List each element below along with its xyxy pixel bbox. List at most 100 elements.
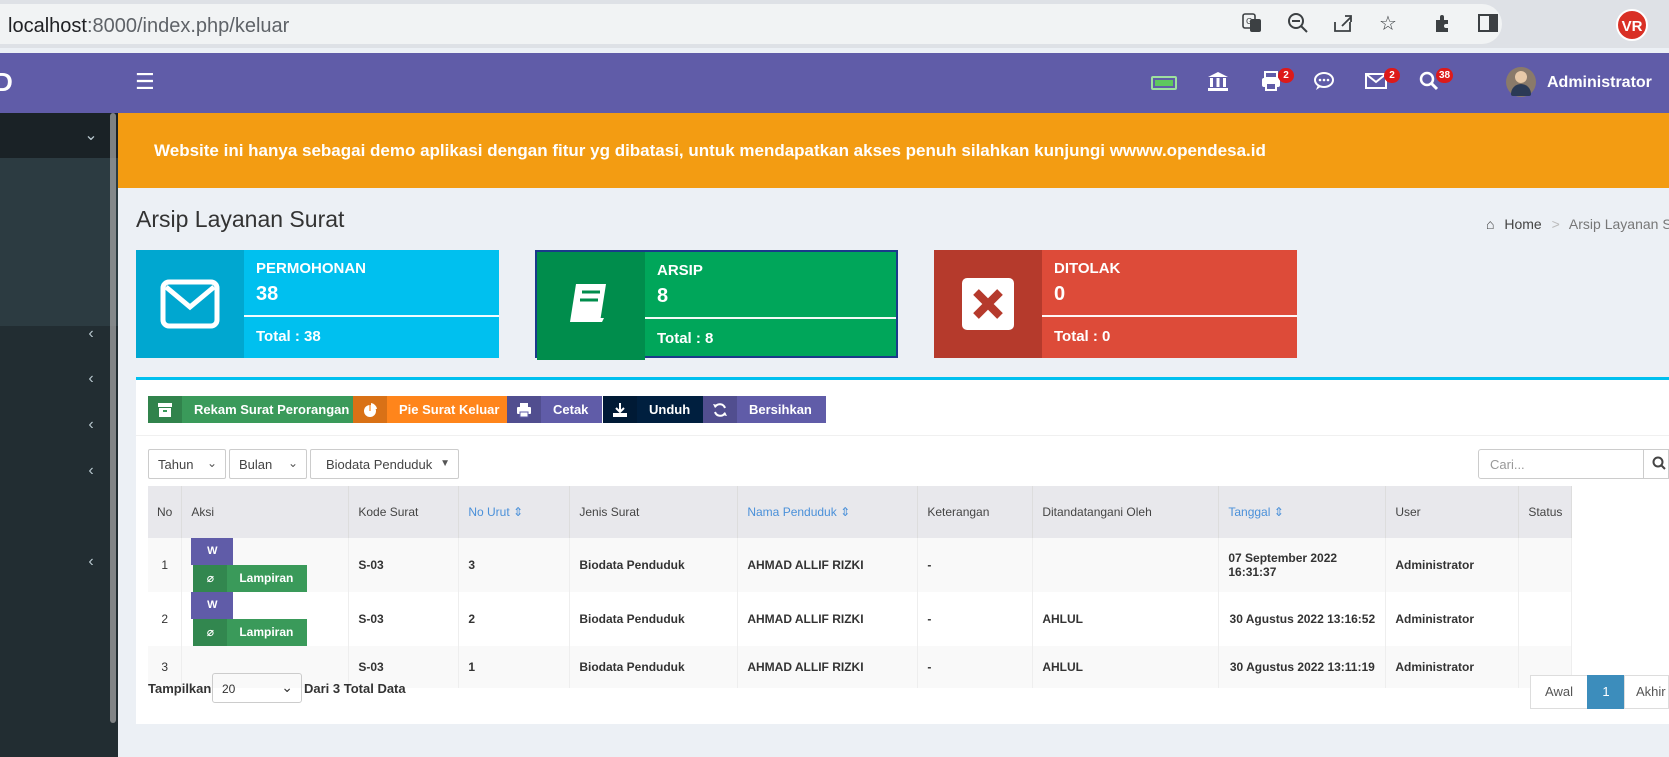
stat-permohonan[interactable]: PERMOHONAN 38 Total : 38: [136, 250, 499, 358]
bank-icon[interactable]: [1203, 69, 1233, 97]
rekam-surat-button[interactable]: Rekam Surat Perorangan: [148, 396, 364, 423]
extensions-icon[interactable]: [1430, 12, 1456, 36]
col-status: Status: [1518, 486, 1573, 538]
word-doc-button[interactable]: W: [191, 592, 234, 619]
search-input[interactable]: Cari...: [1478, 449, 1644, 479]
sidebar: D ⌄ ‹ ‹ ‹ ‹ ‹: [0, 53, 118, 757]
translate-icon[interactable]: G: [1239, 12, 1265, 36]
menu-toggle-icon[interactable]: ☰: [135, 69, 155, 95]
col-tanggal[interactable]: Tanggal ⇕: [1218, 486, 1387, 538]
user-avatar[interactable]: [1506, 67, 1536, 97]
col-kode-surat: Kode Surat: [348, 486, 460, 538]
chevron-left-icon[interactable]: ‹: [84, 325, 98, 343]
lampiran-button[interactable]: ⌀ Lampiran: [193, 619, 308, 646]
col-aksi: Aksi: [181, 486, 350, 538]
url-text[interactable]: localhost:8000/index.php/keluar: [8, 15, 289, 38]
chevron-left-icon[interactable]: ‹: [84, 416, 98, 434]
stat-ditolak[interactable]: DITOLAK 0 Total : 0: [934, 250, 1297, 358]
download-icon: [603, 396, 637, 423]
share-icon[interactable]: [1330, 12, 1356, 36]
cetak-button[interactable]: Cetak: [507, 396, 603, 423]
col-no: No: [148, 486, 183, 538]
cell-tanggal: 30 Agustus 2022 13:16:52: [1218, 592, 1387, 646]
envelope-icon: [136, 250, 244, 358]
col-nama-penduduk[interactable]: Nama Penduduk ⇕: [737, 486, 919, 538]
chevron-left-icon[interactable]: ‹: [84, 462, 98, 480]
zoom-out-icon[interactable]: [1285, 12, 1311, 36]
cell-aksi: W⌀ Lampiran: [181, 538, 350, 592]
sidebar-scrollbar[interactable]: [110, 113, 116, 723]
cell-nama: AHMAD ALLIF RIZKI: [737, 592, 919, 646]
archive-box: Rekam Surat Perorangan Pie Surat Keluar …: [136, 377, 1669, 724]
stat-progress: [244, 315, 499, 317]
total-data-text: Dari 3 Total Data: [304, 681, 406, 696]
cell-no-urut: 1: [458, 646, 571, 688]
bersihkan-button[interactable]: Bersihkan: [703, 396, 826, 423]
cell-no: 2: [148, 592, 183, 646]
stat-label: ARSIP: [657, 262, 703, 279]
chevron-down-icon[interactable]: ⌄: [84, 125, 98, 145]
paperclip-icon: ⌀: [193, 619, 228, 646]
cell-kode: S-03: [348, 592, 460, 646]
svg-text:G: G: [1246, 17, 1252, 26]
breadcrumb-separator: >: [1551, 216, 1560, 232]
sidebar-user-panel[interactable]: ⌄: [0, 113, 118, 158]
cell-tanggal: 30 Agustus 2022 13:11:19: [1218, 646, 1387, 688]
battery-icon[interactable]: [1151, 76, 1177, 90]
chevron-left-icon[interactable]: ‹: [84, 370, 98, 388]
search-icon[interactable]: [1644, 449, 1669, 479]
tahun-select[interactable]: Tahun ⌄: [148, 449, 226, 479]
page-1-button[interactable]: 1: [1587, 675, 1625, 709]
unduh-button[interactable]: Unduh: [603, 396, 705, 423]
close-box-icon: [934, 250, 1042, 358]
cell-jenis: Biodata Penduduk: [569, 592, 739, 646]
cell-no: 1: [148, 538, 183, 592]
col-user: User: [1385, 486, 1520, 538]
breadcrumb-home[interactable]: Home: [1504, 216, 1541, 232]
stat-total: Total : 8: [657, 330, 714, 347]
cell-nama: AHMAD ALLIF RIZKI: [737, 538, 919, 592]
page-last-button[interactable]: Akhir: [1624, 675, 1669, 709]
stat-progress: [645, 317, 896, 319]
sort-icon: ⇕: [1273, 505, 1284, 519]
breadcrumb: ⌂ Home > Arsip Layanan S: [1486, 216, 1669, 232]
pie-surat-button[interactable]: Pie Surat Keluar: [353, 396, 514, 423]
col-keterangan: Keterangan: [917, 486, 1034, 538]
book-icon: [537, 252, 645, 360]
jenis-surat-select[interactable]: Biodata Penduduk ▼: [310, 449, 459, 479]
table-header-row: No Aksi Kode Surat No Urut ⇕ Jenis Surat…: [148, 486, 1573, 538]
sidebar-logo[interactable]: D: [0, 53, 118, 113]
cell-no-urut: 2: [458, 592, 571, 646]
profile-avatar[interactable]: VR: [1616, 9, 1648, 41]
table-row: 1 W⌀ Lampiran S-03 3 Biodata Penduduk AHM…: [148, 538, 1573, 592]
pie-chart-icon: [353, 396, 387, 423]
word-doc-button[interactable]: W: [191, 538, 234, 565]
bulan-select[interactable]: Bulan ⌄: [229, 449, 307, 479]
col-no-urut[interactable]: No Urut ⇕: [458, 486, 571, 538]
stat-value: 8: [657, 285, 669, 307]
cell-ditandatangani: AHLUL: [1032, 592, 1220, 646]
per-page-select[interactable]: 20 ⌄: [212, 673, 302, 703]
browser-toolbar: localhost:8000/index.php/keluar G ☆ VR: [0, 0, 1669, 48]
table-row: 2 W⌀ Lampiran S-03 2 Biodata Penduduk AHM…: [148, 592, 1573, 646]
user-name[interactable]: Administrator: [1547, 74, 1652, 92]
chevron-left-icon[interactable]: ‹: [84, 553, 98, 571]
refresh-icon: [703, 396, 737, 423]
sort-icon: ⇕: [513, 505, 524, 519]
lampiran-button[interactable]: ⌀ Lampiran: [193, 565, 308, 592]
side-panel-icon[interactable]: [1475, 12, 1501, 36]
chat-icon[interactable]: [1309, 69, 1339, 97]
home-icon[interactable]: ⌂: [1486, 216, 1494, 232]
bookmark-star-icon[interactable]: ☆: [1375, 12, 1401, 36]
search-badge: 38: [1436, 68, 1454, 83]
chevron-down-icon: ⌄: [206, 456, 217, 470]
cell-jenis: Biodata Penduduk: [569, 646, 739, 688]
cell-keterangan: -: [917, 646, 1034, 688]
address-bar[interactable]: localhost:8000/index.php/keluar: [0, 4, 1502, 44]
page-first-button[interactable]: Awal: [1530, 675, 1588, 709]
stat-label: DITOLAK: [1054, 260, 1121, 277]
cell-user: Administrator: [1385, 646, 1520, 688]
cell-jenis: Biodata Penduduk: [569, 538, 739, 592]
caret-down-icon: ▼: [440, 458, 450, 469]
stat-arsip[interactable]: ARSIP 8 Total : 8: [535, 250, 898, 360]
